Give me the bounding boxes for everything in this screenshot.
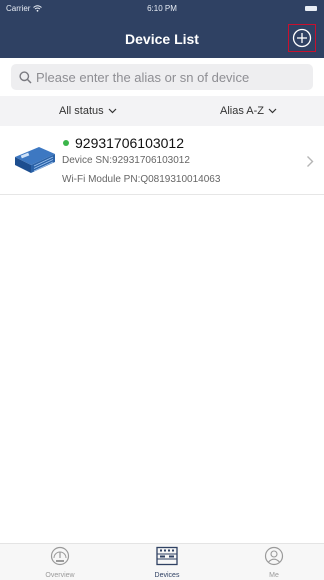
- device-list-item[interactable]: 92931706103012 Device SN:92931706103012 …: [0, 130, 324, 195]
- device-sn: Device SN:92931706103012: [62, 155, 190, 166]
- tab-bar: Overview Devices Me: [0, 543, 324, 580]
- status-filter-label: All status: [59, 105, 104, 117]
- search-box[interactable]: [11, 64, 313, 90]
- chevron-down-icon: [108, 108, 117, 114]
- gauge-icon: [50, 546, 70, 566]
- tab-devices[interactable]: Devices: [137, 546, 197, 579]
- user-icon: [264, 546, 284, 566]
- online-status-dot: [63, 140, 69, 146]
- device-module-pn: Wi-Fi Module PN:Q0819310014063: [62, 174, 221, 185]
- tab-me[interactable]: Me: [244, 546, 304, 579]
- tab-overview-label: Overview: [45, 572, 75, 579]
- chevron-right-icon: [307, 156, 314, 167]
- devices-icon: [156, 546, 178, 566]
- tab-me-label: Me: [269, 572, 279, 579]
- plus-circle-icon: [292, 28, 312, 48]
- search-icon: [19, 70, 32, 84]
- device-alias: 92931706103012: [75, 135, 185, 151]
- status-bar: Carrier 6:10 PM: [0, 0, 324, 20]
- sort-label: Alias A-Z: [220, 105, 265, 117]
- status-filter-dropdown[interactable]: All status: [59, 105, 117, 117]
- tab-overview[interactable]: Overview: [30, 546, 90, 579]
- chevron-down-icon: [268, 108, 277, 114]
- search-bar: [0, 58, 324, 96]
- tab-devices-label: Devices: [154, 572, 180, 579]
- top-bar: Carrier 6:10 PM Device List: [0, 0, 324, 58]
- status-time: 6:10 PM: [147, 4, 177, 13]
- inverter-device-icon: [15, 147, 55, 173]
- battery-icon: [305, 6, 317, 11]
- filter-bar: All status Alias A-Z: [0, 96, 324, 126]
- add-device-button[interactable]: [288, 24, 316, 52]
- search-input[interactable]: [36, 69, 306, 85]
- sort-dropdown[interactable]: Alias A-Z: [220, 105, 277, 117]
- page-title: Device List: [125, 31, 199, 47]
